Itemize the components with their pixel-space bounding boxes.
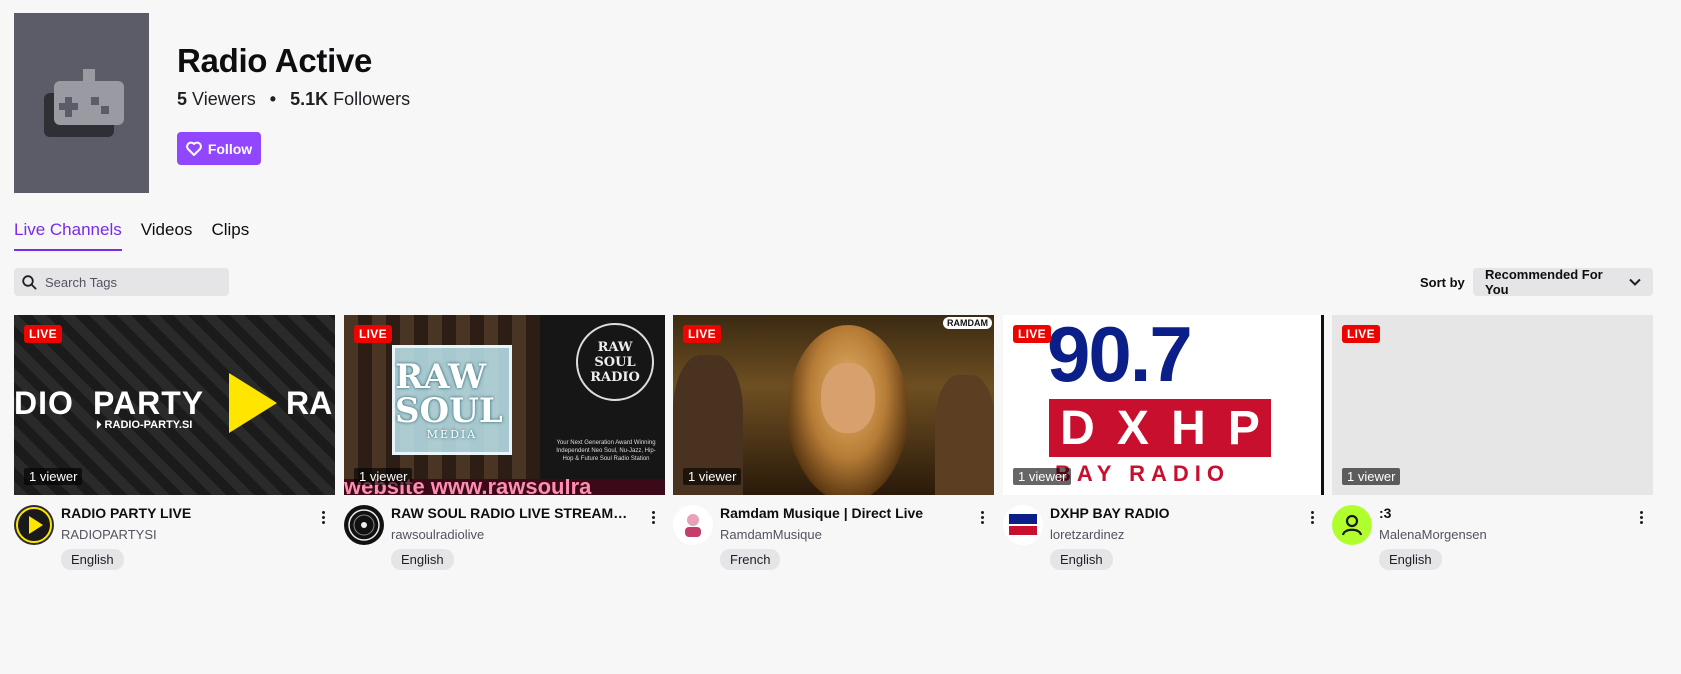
stream-title[interactable]: :3 [1379,505,1619,521]
thumbnail-text: RA [286,385,333,421]
raw-soul-radio-logo: RAW SOUL RADIO [576,323,654,401]
stream-thumbnail[interactable]: 90.7 D X H P BAY RADIO LIVE 1 viewer [1003,315,1324,495]
dxhp-avatar-icon [1004,506,1042,544]
channel-name[interactable]: RamdamMusique [720,527,822,542]
thumbnail-text: MEDIA [426,427,478,441]
language-tag[interactable]: English [61,549,124,570]
channel-avatar[interactable] [1003,505,1043,545]
stream-title[interactable]: DXHP BAY RADIO [1050,505,1290,521]
follow-button[interactable]: Follow [177,132,261,165]
play-icon [16,507,52,543]
viewer-count-badge: 1 viewer [683,468,742,485]
raw-soul-avatar-icon [348,509,380,541]
thumbnail-text: D [1060,401,1095,455]
live-badge: LIVE [354,325,392,343]
raw-soul-logo: RAW SOUL MEDIA [392,345,512,455]
separator-dot: • [269,89,277,109]
stream-thumbnail[interactable]: RAW SOUL MEDIA RAW SOUL RADIO Your Next … [344,315,665,495]
play-icon [229,373,277,433]
channel-avatar[interactable] [14,505,54,545]
viewer-count-badge: 1 viewer [1342,468,1401,485]
category-box-art [14,13,149,193]
category-stats: 5 Viewers • 5.1K Followers [177,89,410,110]
category-tabs: Live Channels Videos Clips [14,220,249,251]
live-badge: LIVE [683,325,721,343]
channel-avatar[interactable] [344,505,384,545]
viewers-label: Viewers [192,89,256,109]
thumbnail-text: 90.7 [1047,315,1193,398]
search-tags-input[interactable] [45,274,215,290]
stream-card: RAW SOUL MEDIA RAW SOUL RADIO Your Next … [344,315,665,575]
stream-title[interactable]: RADIO PARTY LIVE [61,505,301,521]
stream-card: LIVE 1 viewer :3 MalenaMorgensen English [1332,315,1653,575]
tab-live-channels[interactable]: Live Channels [14,220,122,251]
stream-card: DIO PARTY ⏵ RADIO-PARTY.SI RA LIVE 1 vie… [14,315,335,575]
stream-title[interactable]: RAW SOUL RADIO LIVE STREAMING 24/7 [391,505,631,521]
stream-thumbnail[interactable]: RAMDAM LIVE 1 viewer [673,315,994,495]
kebab-menu-icon[interactable] [645,507,661,527]
kebab-menu-icon[interactable] [1633,507,1649,527]
user-icon [1341,514,1363,536]
stream-card: RAMDAM LIVE 1 viewer Ramdam Musique | Di… [673,315,994,575]
language-tag[interactable]: French [720,549,781,570]
channel-avatar[interactable] [1332,505,1372,545]
heart-icon [185,141,202,156]
stream-thumbnail[interactable]: LIVE 1 viewer [1332,315,1653,495]
followers-label: Followers [333,89,411,109]
search-tags-field[interactable] [14,268,229,296]
stream-thumbnail[interactable]: DIO PARTY ⏵ RADIO-PARTY.SI RA LIVE 1 vie… [14,315,335,495]
channel-name[interactable]: loretzardinez [1050,527,1124,542]
tab-clips[interactable]: Clips [211,220,249,251]
thumbnail-text: DIO [14,385,74,421]
thumbnail-text: PARTY [93,385,205,421]
thumbnail-text: RAMDAM [943,317,992,329]
kebab-menu-icon[interactable] [1304,507,1320,527]
thumbnail-figure [821,363,875,433]
thumbnail-text: H [1171,401,1206,455]
kebab-menu-icon[interactable] [315,507,331,527]
language-tag[interactable]: English [391,549,454,570]
language-tag[interactable]: English [1050,549,1113,570]
viewer-count-badge: 1 viewer [1013,468,1072,485]
thumbnail-figure [935,375,994,495]
live-badge: LIVE [1342,325,1380,343]
followers-count: 5.1K [290,89,329,109]
viewers-count: 5 [177,89,188,109]
thumbnail-divider [1321,315,1324,495]
tab-videos[interactable]: Videos [141,220,193,251]
chevron-down-icon [1629,278,1641,286]
follow-label: Follow [207,140,253,157]
gamepad-icon [43,69,124,137]
page-title: Radio Active [177,42,373,79]
stream-title[interactable]: Ramdam Musique | Direct Live [720,505,960,521]
live-badge: LIVE [1013,325,1051,343]
sort-label: Sort by [1420,275,1465,290]
channel-name[interactable]: MalenaMorgensen [1379,527,1487,542]
thumbnail-text: P [1227,401,1260,455]
channel-avatar[interactable] [673,505,713,545]
channel-name[interactable]: rawsoulradiolive [391,527,484,542]
viewer-count-badge: 1 viewer [354,468,413,485]
live-badge: LIVE [24,325,62,343]
language-tag[interactable]: English [1379,549,1442,570]
dxhp-logo: D X H P [1049,399,1271,457]
thumbnail-text: X [1116,401,1149,455]
thumbnail-text: Your Next Generation Award Winning Indep… [556,440,656,462]
search-icon [22,274,37,290]
ramdam-avatar-icon [674,506,712,544]
channel-name[interactable]: RADIOPARTYSI [61,527,157,542]
stream-card: 90.7 D X H P BAY RADIO LIVE 1 viewer DXH… [1003,315,1324,575]
thumbnail-text: BAY RADIO [1055,461,1231,486]
thumbnail-text: RAW SOUL [395,356,503,431]
viewer-count-badge: 1 viewer [24,468,83,485]
sort-value: Recommended For You [1485,267,1603,297]
sort-dropdown[interactable]: Recommended For You [1473,267,1653,297]
thumbnail-text: ⏵ RADIO-PARTY.SI [96,419,193,431]
kebab-menu-icon[interactable] [974,507,990,527]
